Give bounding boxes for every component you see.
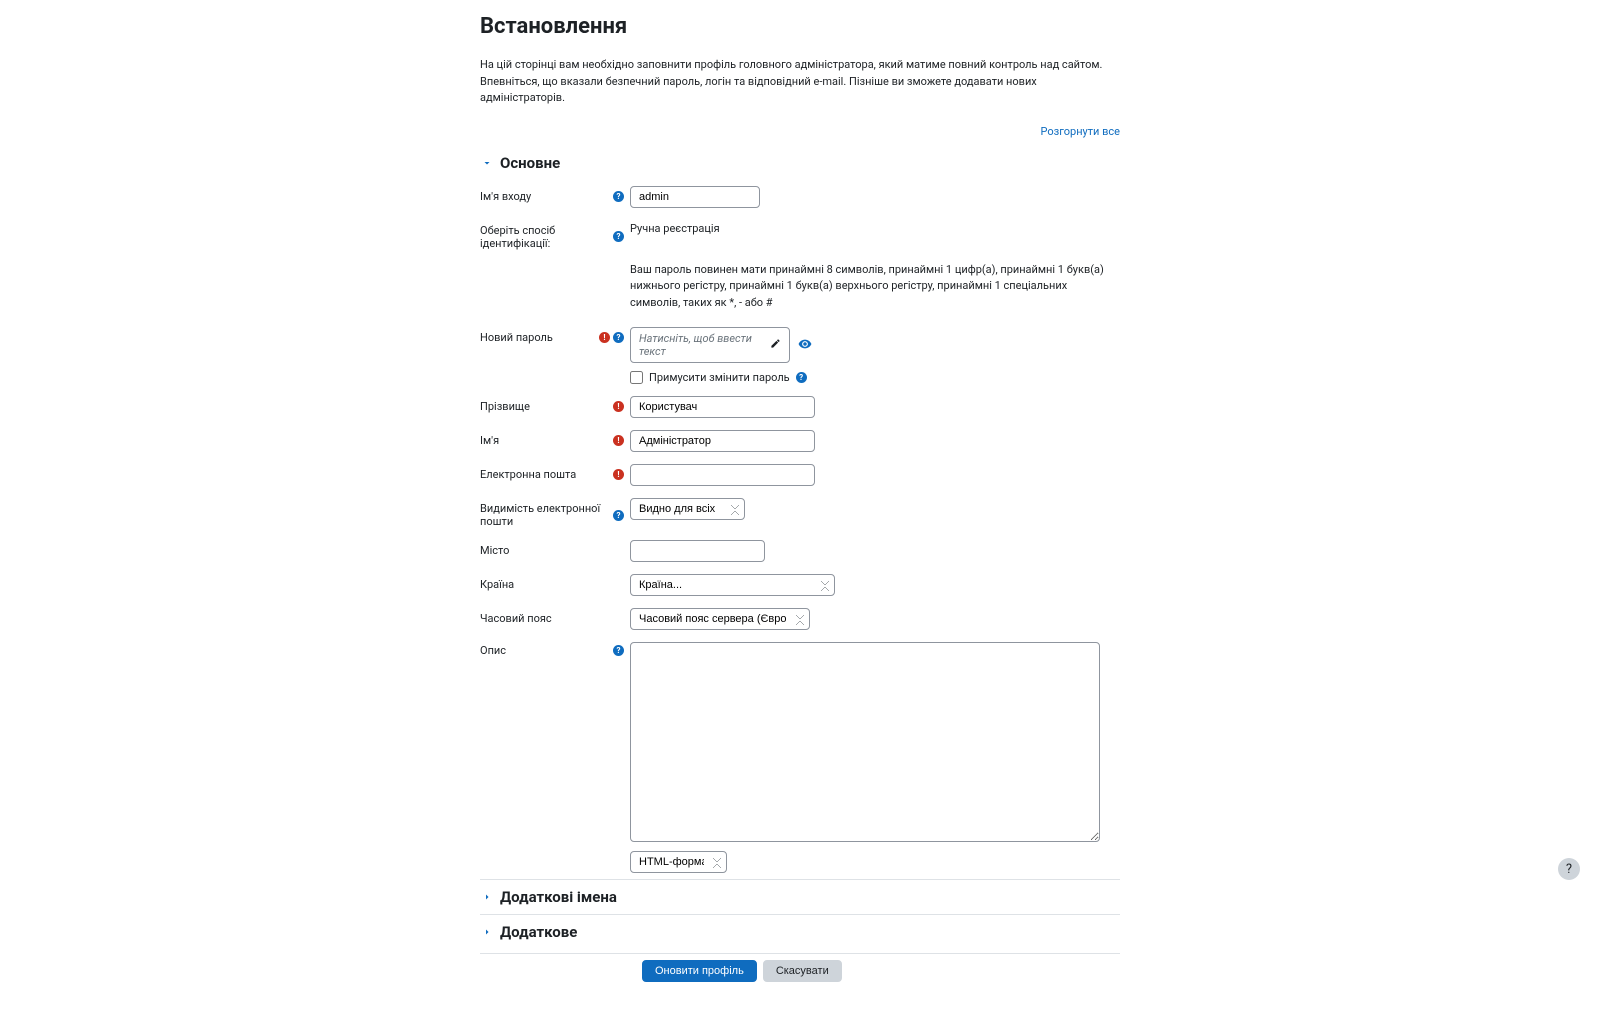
label-force-change: Примусити змінити пароль (649, 371, 790, 384)
chevron-right-icon (480, 925, 494, 939)
auth-value: Ручна реєстрація (630, 220, 1120, 235)
lastname-input[interactable] (630, 396, 815, 418)
row-country: Країна Країна... (480, 568, 1120, 602)
pencil-icon (770, 338, 781, 352)
row-password-hint: Ваш пароль повинен мати принаймні 8 симв… (480, 256, 1120, 328)
label-new-password: Новий пароль (480, 331, 553, 344)
required-icon: ! (613, 401, 624, 412)
row-city: Місто (480, 534, 1120, 568)
city-input[interactable] (630, 540, 765, 562)
help-icon[interactable]: ? (613, 510, 624, 521)
label-email: Електронна пошта (480, 468, 576, 481)
help-icon[interactable]: ? (613, 231, 624, 242)
username-input[interactable] (630, 186, 760, 208)
row-auth: Оберіть спосіб ідентифікації: ? Ручна ре… (480, 214, 1120, 256)
row-description: Опис ? HTML-формат (480, 636, 1120, 879)
label-description: Опис (480, 644, 506, 657)
password-hint: Ваш пароль повинен мати принаймні 8 симв… (630, 262, 1120, 312)
page-title: Встановлення (480, 14, 1120, 39)
chevron-down-icon (480, 156, 494, 170)
label-country: Країна (480, 578, 514, 591)
expand-all-link[interactable]: Розгорнути все (480, 125, 1120, 138)
help-fab[interactable]: ? (1558, 858, 1580, 880)
row-email-vis: Видимість електронної пошти ? Видно для … (480, 492, 1120, 534)
section-main-header[interactable]: Основне (480, 146, 1120, 180)
email-input[interactable] (630, 464, 815, 486)
label-timezone: Часовий пояс (480, 612, 552, 625)
section-main-title: Основне (500, 154, 560, 172)
intro-text: На цій сторінці вам необхідно заповнити … (480, 57, 1120, 107)
label-email-vis: Видимість електронної пошти (480, 502, 613, 528)
help-icon[interactable]: ? (613, 332, 624, 343)
label-firstname: Ім'я (480, 434, 499, 447)
help-icon[interactable]: ? (613, 191, 624, 202)
section-extra-header[interactable]: Додаткове (480, 914, 1120, 949)
section-extra-names-header[interactable]: Додаткові імена (480, 879, 1120, 914)
row-username: Ім'я входу ? (480, 180, 1120, 214)
row-new-password: Новий пароль ! ? Натисніть, щоб ввести т… (480, 327, 1120, 390)
eye-icon[interactable] (798, 337, 812, 354)
password-input[interactable]: Натисніть, щоб ввести текст (630, 327, 790, 363)
section-extra-title: Додаткове (500, 923, 577, 941)
description-textarea[interactable] (630, 642, 1100, 842)
label-username: Ім'я входу (480, 190, 531, 203)
timezone-select[interactable]: Часовий пояс сервера (Європа/Лондон) (630, 608, 810, 630)
row-timezone: Часовий пояс Часовий пояс сервера (Європ… (480, 602, 1120, 636)
row-email: Електронна пошта ! (480, 458, 1120, 492)
required-icon: ! (599, 332, 610, 343)
required-icon: ! (613, 435, 624, 446)
label-auth: Оберіть спосіб ідентифікації: (480, 224, 613, 250)
submit-button[interactable]: Оновити профіль (642, 960, 757, 982)
label-lastname: Прізвище (480, 400, 530, 413)
country-select[interactable]: Країна... (630, 574, 835, 596)
firstname-input[interactable] (630, 430, 815, 452)
format-select[interactable]: HTML-формат (630, 851, 727, 873)
label-city: Місто (480, 544, 509, 557)
help-icon[interactable]: ? (796, 372, 807, 383)
password-placeholder: Натисніть, щоб ввести текст (639, 332, 770, 358)
email-vis-select[interactable]: Видно для всіх (630, 498, 745, 520)
cancel-button[interactable]: Скасувати (763, 960, 842, 982)
help-icon[interactable]: ? (613, 645, 624, 656)
chevron-right-icon (480, 890, 494, 904)
row-lastname: Прізвище ! (480, 390, 1120, 424)
required-icon: ! (613, 469, 624, 480)
row-firstname: Ім'я ! (480, 424, 1120, 458)
force-change-checkbox[interactable] (630, 371, 643, 384)
section-extra-names-title: Додаткові імена (500, 888, 617, 906)
